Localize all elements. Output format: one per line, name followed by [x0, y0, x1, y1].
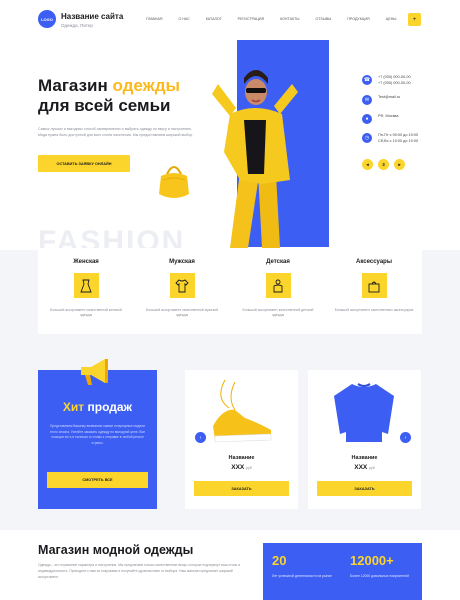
product-price-value: ХХХ: [231, 464, 245, 471]
about-desc: Одежда – это отражение характера и настр…: [38, 563, 241, 579]
slider-prev-button[interactable]: ◂: [362, 159, 373, 170]
slider-next-button[interactable]: ▸: [394, 159, 405, 170]
bag-icon: [361, 273, 387, 298]
category-accessories[interactable]: Аксессуары Большой ассортимент качествен…: [326, 248, 422, 334]
stat-number: 12000+: [350, 553, 394, 568]
product-price: ХХХ руб: [185, 464, 298, 471]
shirt-icon: [169, 273, 195, 298]
category-title: Мужская: [169, 259, 195, 265]
hero-section: FASHION Магазин одежды для всей семьи Са…: [0, 40, 460, 258]
site-name: Название сайта: [61, 12, 124, 21]
site-subtitle: Одежда, Питер: [61, 23, 93, 28]
carousel-prev-button[interactable]: ‹: [195, 432, 206, 443]
category-men[interactable]: Мужская Большой ассортимент качественной…: [134, 248, 230, 334]
nav-item-register[interactable]: Регистрация: [238, 17, 264, 21]
bestseller-title-b: продаж: [87, 400, 133, 414]
megaphone-icon: [81, 359, 108, 385]
contact-hours-row: ◷ Пн-Пт с 09:00 до 19:00 Сб-Вс с 10:00 д…: [362, 133, 418, 144]
model-image: [212, 70, 298, 248]
contact-address-row: ● РФ, Москва: [362, 114, 418, 124]
hours-weekdays: Пн-Пт с 09:00 до 19:00: [378, 133, 419, 137]
category-title: Аксессуары: [356, 259, 392, 265]
contact-phone-row: ☎ +7 (000) 000-00-00 +7 (000) 000-00-00: [362, 75, 418, 86]
nav-item-prices[interactable]: Цены: [386, 17, 397, 21]
order-button[interactable]: Заказать: [317, 481, 412, 496]
clock-icon: ◷: [362, 133, 372, 143]
category-title: Детская: [266, 259, 290, 265]
product-price-value: ХХХ: [354, 464, 368, 471]
category-women[interactable]: Женская Большой ассортимент качественной…: [38, 248, 134, 334]
menu-button[interactable]: +: [408, 13, 421, 26]
sneaker-image: [213, 379, 272, 443]
hero-slider-controls: ◂ 3 ▸: [362, 159, 405, 170]
hero-title-line2: для всей семьи: [38, 96, 171, 115]
nav-item-about[interactable]: О нас: [178, 17, 189, 21]
bestseller-title: Хит продаж: [38, 400, 157, 414]
hero-description: Самых лучших и выгодных способ своевреме…: [38, 127, 194, 137]
location-icon: ●: [362, 114, 372, 124]
nav-item-products[interactable]: Продукция: [347, 17, 369, 21]
dress-icon: [73, 273, 99, 298]
address: РФ, Москва: [378, 114, 399, 118]
phone-icon: ☎: [362, 75, 372, 85]
logo[interactable]: LOGO: [38, 10, 56, 28]
stats-block: 20 Лет успешной деятельности на рынке 12…: [263, 543, 422, 600]
bestseller-block: Хит продаж Представляем Вашему вниманию …: [38, 370, 157, 509]
contacts-block: ☎ +7 (000) 000-00-00 +7 (000) 000-00-00 …: [362, 75, 418, 153]
category-desc: Большой ассортимент качественных аксессу…: [334, 308, 414, 312]
nav-item-home[interactable]: Главная: [146, 17, 162, 21]
product-name: Название: [351, 455, 378, 461]
phone-2[interactable]: +7 (000) 000-00-00: [378, 81, 411, 87]
slider-page-button[interactable]: 3: [378, 159, 389, 170]
carousel-next-button[interactable]: ›: [400, 432, 411, 443]
nav-item-catalog[interactable]: Каталог: [206, 17, 222, 21]
about-title: Магазин модной одежды: [38, 543, 194, 557]
stat-label: Более 12000 довольных покупателей: [350, 574, 409, 578]
category-desc: Большой ассортимент качественной мужской…: [145, 308, 219, 317]
order-button[interactable]: Заказать: [194, 481, 289, 496]
hero-cta-button[interactable]: Оставить заявку онлайн: [38, 155, 130, 172]
hero-title-accent: одежды: [112, 76, 181, 95]
stat-number: 20: [272, 553, 287, 568]
nav-item-contacts[interactable]: Контакты: [280, 17, 299, 21]
product-price-unit: руб: [246, 466, 252, 470]
category-kids[interactable]: Детская Большой ассортимент качественной…: [230, 248, 326, 334]
phone-1[interactable]: +7 (000) 000-00-00: [378, 75, 411, 81]
category-desc: Большой ассортимент качественной детской…: [242, 308, 314, 317]
category-title: Женская: [73, 259, 99, 265]
stat-label: Лет успешной деятельности на рынке: [272, 574, 332, 578]
main-nav: Главная О нас Каталог Регистрация Контак…: [146, 17, 397, 21]
view-all-button[interactable]: Смотреть все: [47, 472, 148, 488]
product-price-unit: руб: [369, 466, 375, 470]
bestseller-title-a: Хит: [62, 400, 88, 414]
email[interactable]: Test@mail.ru: [378, 95, 400, 101]
site-header: LOGO Название сайта Одежда, Питер Главна…: [0, 0, 460, 40]
stat-customers: 12000+ Более 12000 довольных покупателей: [350, 553, 412, 579]
bestseller-desc: Представляем Вашему вниманию самые попул…: [49, 424, 146, 445]
product-name: Название: [228, 455, 255, 461]
hero-title-part: Магазин: [38, 76, 113, 95]
nav-item-reviews[interactable]: Отзывы: [315, 17, 331, 21]
hero-title: Магазин одежды для всей семьи: [38, 76, 180, 116]
stat-years: 20 Лет успешной деятельности на рынке: [272, 553, 334, 579]
hours-weekend: Сб-Вс с 10:00 до 19:00: [378, 138, 419, 143]
handbag-image: [159, 166, 189, 198]
product-price: ХХХ руб: [308, 464, 421, 471]
contact-email-row: ✉ Test@mail.ru: [362, 95, 418, 105]
category-desc: Большой ассортимент качественной женской…: [50, 308, 122, 317]
categories-panel: Женская Большой ассортимент качественной…: [38, 248, 422, 334]
about-section: Магазин модной одежды Одежда – это отраж…: [0, 530, 460, 600]
sweater-image: [334, 383, 394, 442]
mail-icon: ✉: [362, 95, 372, 105]
kids-icon: [265, 273, 291, 298]
